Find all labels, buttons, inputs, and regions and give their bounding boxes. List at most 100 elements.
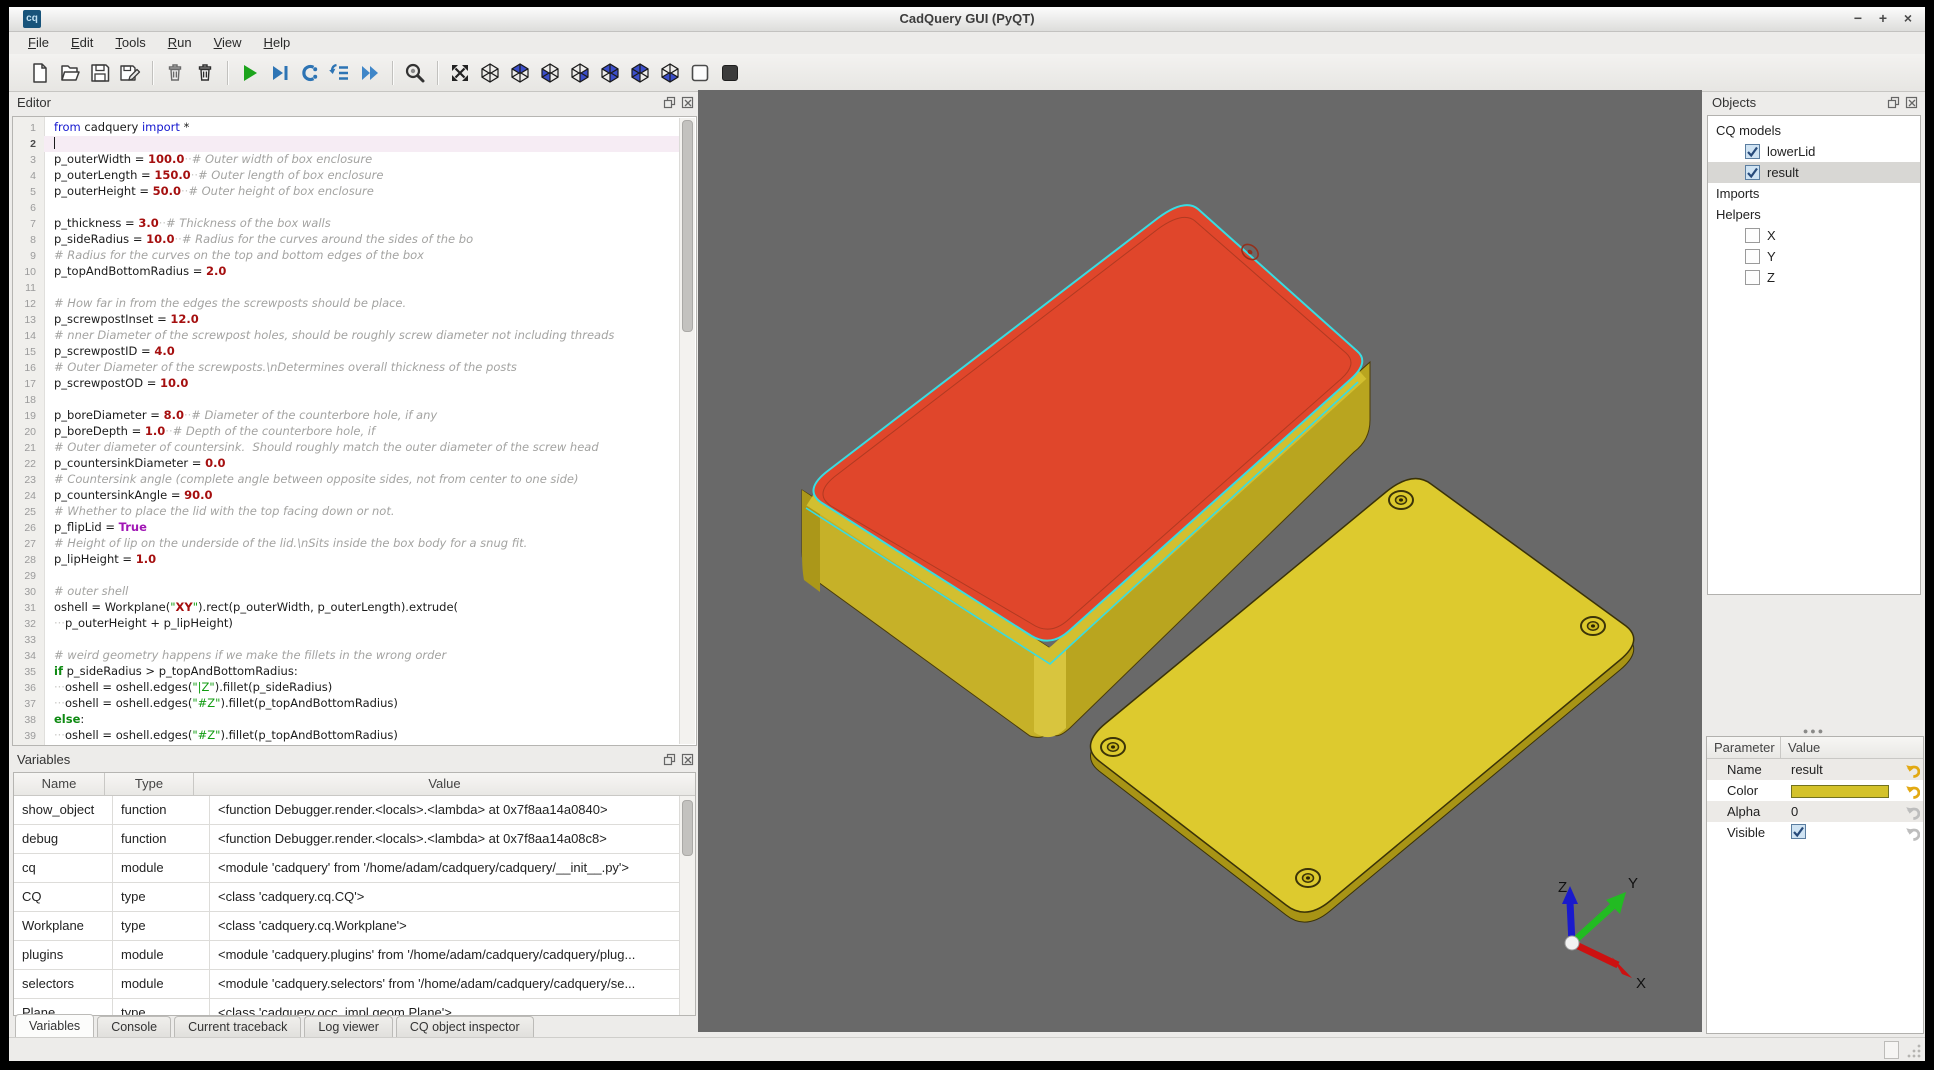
- variables-scrollbar-thumb[interactable]: [682, 800, 693, 856]
- resize-grip[interactable]: [1907, 1044, 1921, 1058]
- minimize-button[interactable]: −: [1849, 9, 1867, 28]
- menu-view[interactable]: View: [203, 33, 253, 52]
- undo-icon[interactable]: [1903, 782, 1920, 799]
- toolbar-view-top-button[interactable]: [505, 59, 535, 87]
- toolbar-view-front-button[interactable]: [535, 59, 565, 87]
- table-row[interactable]: CQtype<class 'cadquery.cq.CQ'>: [14, 883, 695, 912]
- table-row[interactable]: Workplanetype<class 'cadquery.cq.Workpla…: [14, 912, 695, 941]
- variables-panel-title: Variables: [17, 752, 70, 767]
- parameter-row-alpha[interactable]: Alpha0: [1707, 801, 1923, 822]
- checked-checkbox[interactable]: [1745, 144, 1760, 159]
- float-icon[interactable]: [662, 95, 676, 109]
- tab-variables[interactable]: Variables: [15, 1014, 94, 1038]
- float-icon[interactable]: [662, 752, 676, 766]
- color-swatch[interactable]: [1791, 785, 1889, 798]
- parameter-row-visible[interactable]: Visible: [1707, 822, 1923, 843]
- toolbar-separator: [392, 61, 393, 85]
- code-line: 35if p_sideRadius > p_topAndBottomRadius…: [13, 664, 679, 680]
- toolbar-view-iso-button[interactable]: [475, 59, 505, 87]
- menu-edit[interactable]: Edit: [60, 33, 104, 52]
- toolbar-fit-all-button[interactable]: [445, 59, 475, 87]
- close-button[interactable]: ×: [1899, 9, 1917, 28]
- undo-icon[interactable]: [1903, 803, 1920, 820]
- toolbar-separator: [152, 61, 153, 85]
- code-line: 19p_boreDiameter = 8.0··# Diameter of th…: [13, 408, 679, 424]
- table-row[interactable]: pluginsmodule<module 'cadquery.plugins' …: [14, 941, 695, 970]
- toolbar-step-into-button[interactable]: [325, 59, 355, 87]
- tab-cq-object-inspector[interactable]: CQ object inspector: [396, 1016, 534, 1038]
- parameter-rows: NameresultColorAlpha0Visible: [1707, 759, 1923, 843]
- toolbar-save-button[interactable]: [85, 59, 115, 87]
- toolbar-view-back-button[interactable]: [595, 59, 625, 87]
- toolbar-view-bottom-button[interactable]: [655, 59, 685, 87]
- close-icon[interactable]: [680, 752, 694, 766]
- tree-item-result[interactable]: result: [1708, 162, 1920, 183]
- toolbar-debug-continue-button[interactable]: [295, 59, 325, 87]
- tree-item-z[interactable]: Z: [1708, 267, 1920, 288]
- parameter-header-row: Parameter Value: [1707, 737, 1923, 759]
- menu-tools[interactable]: Tools: [104, 33, 156, 52]
- toolbar-save-as-button[interactable]: [115, 59, 145, 87]
- toolbar-open-file-button[interactable]: [55, 59, 85, 87]
- maximize-button[interactable]: +: [1874, 9, 1892, 28]
- menu-help[interactable]: Help: [253, 33, 302, 52]
- toolbar-delete-trash-button[interactable]: [190, 59, 220, 87]
- tree-item-x[interactable]: X: [1708, 225, 1920, 246]
- parameter-row-name[interactable]: Nameresult: [1707, 759, 1923, 780]
- close-icon[interactable]: [1904, 95, 1918, 109]
- undo-icon[interactable]: [1903, 824, 1920, 841]
- column-header-type[interactable]: Type: [105, 773, 194, 795]
- parameter-row-color[interactable]: Color: [1707, 780, 1923, 801]
- editor-scrollbar[interactable]: [679, 118, 695, 744]
- code-editor[interactable]: 1from cadquery import *23p_outerWidth = …: [12, 116, 697, 746]
- menu-run[interactable]: Run: [157, 33, 203, 52]
- close-icon[interactable]: [680, 95, 694, 109]
- toolbar-step-over-button[interactable]: [265, 59, 295, 87]
- tree-item-helpers[interactable]: Helpers: [1708, 204, 1920, 225]
- toolbar-separator: [437, 61, 438, 85]
- unchecked-checkbox[interactable]: [1745, 270, 1760, 285]
- menu-file[interactable]: File: [17, 33, 60, 52]
- tab-console[interactable]: Console: [97, 1016, 171, 1038]
- toolbar-view-left-button[interactable]: [625, 59, 655, 87]
- column-header-value[interactable]: Value: [194, 773, 695, 795]
- toolbar-shaded-mode-button[interactable]: [715, 59, 745, 87]
- toolbar-wireframe-mode-button[interactable]: [685, 59, 715, 87]
- status-mini-scrollbar[interactable]: [1884, 1041, 1899, 1059]
- table-row[interactable]: debugfunction<function Debugger.render.<…: [14, 825, 695, 854]
- undo-icon[interactable]: [1903, 761, 1920, 778]
- toolbar-new-file-button[interactable]: [25, 59, 55, 87]
- tree-item-imports[interactable]: Imports: [1708, 183, 1920, 204]
- tree-item-cq-models[interactable]: CQ models: [1708, 120, 1920, 141]
- tree-item-lowerlid[interactable]: lowerLid: [1708, 141, 1920, 162]
- toolbar-view-right-button[interactable]: [565, 59, 595, 87]
- 3d-scene: Z Y X: [698, 90, 1702, 1032]
- toolbar-run-button[interactable]: [235, 59, 265, 87]
- variables-scrollbar[interactable]: [679, 796, 695, 1015]
- variables-table-header: NameTypeValue: [14, 773, 695, 796]
- tab-log-viewer[interactable]: Log viewer: [304, 1016, 392, 1038]
- visible-checkbox[interactable]: [1791, 824, 1806, 839]
- float-icon[interactable]: [1886, 95, 1900, 109]
- code-line: 18: [13, 392, 679, 408]
- objects-tree[interactable]: CQ modelslowerLidresultImportsHelpers XYZ: [1707, 115, 1921, 595]
- panel-splitter[interactable]: ●●●: [1706, 727, 1922, 735]
- table-row[interactable]: show_objectfunction<function Debugger.re…: [14, 796, 695, 825]
- unchecked-checkbox[interactable]: [1745, 228, 1760, 243]
- column-header-name[interactable]: Name: [14, 773, 105, 795]
- tab-current-traceback[interactable]: Current traceback: [174, 1016, 301, 1038]
- toolbar-fast-forward-button[interactable]: [355, 59, 385, 87]
- toolbar-zoom-fit-button[interactable]: [400, 59, 430, 87]
- unchecked-checkbox[interactable]: [1745, 249, 1760, 264]
- tree-item-label: X: [1767, 228, 1776, 243]
- checked-checkbox[interactable]: [1745, 165, 1760, 180]
- toolbar-clear-trash-button[interactable]: [160, 59, 190, 87]
- 3d-viewport[interactable]: Z Y X: [698, 90, 1702, 1032]
- code-line: 28p_lipHeight = 1.0: [13, 552, 679, 568]
- table-row[interactable]: selectorsmodule<module 'cadquery.selecto…: [14, 970, 695, 999]
- title-bar[interactable]: cq CadQuery GUI (PyQT) −+×: [9, 7, 1925, 32]
- tree-item-y[interactable]: Y: [1708, 246, 1920, 267]
- table-row[interactable]: cqmodule<module 'cadquery' from '/home/a…: [14, 854, 695, 883]
- editor-scrollbar-thumb[interactable]: [682, 120, 693, 332]
- code-line: 22p_countersinkDiameter = 0.0: [13, 456, 679, 472]
